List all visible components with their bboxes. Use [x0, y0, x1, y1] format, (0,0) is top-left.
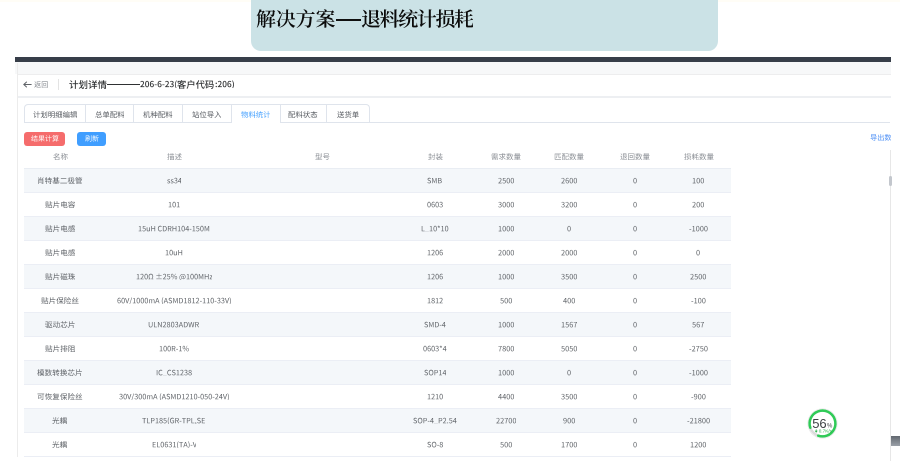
svg-text:0.7K/s: 0.7K/s — [819, 428, 833, 433]
